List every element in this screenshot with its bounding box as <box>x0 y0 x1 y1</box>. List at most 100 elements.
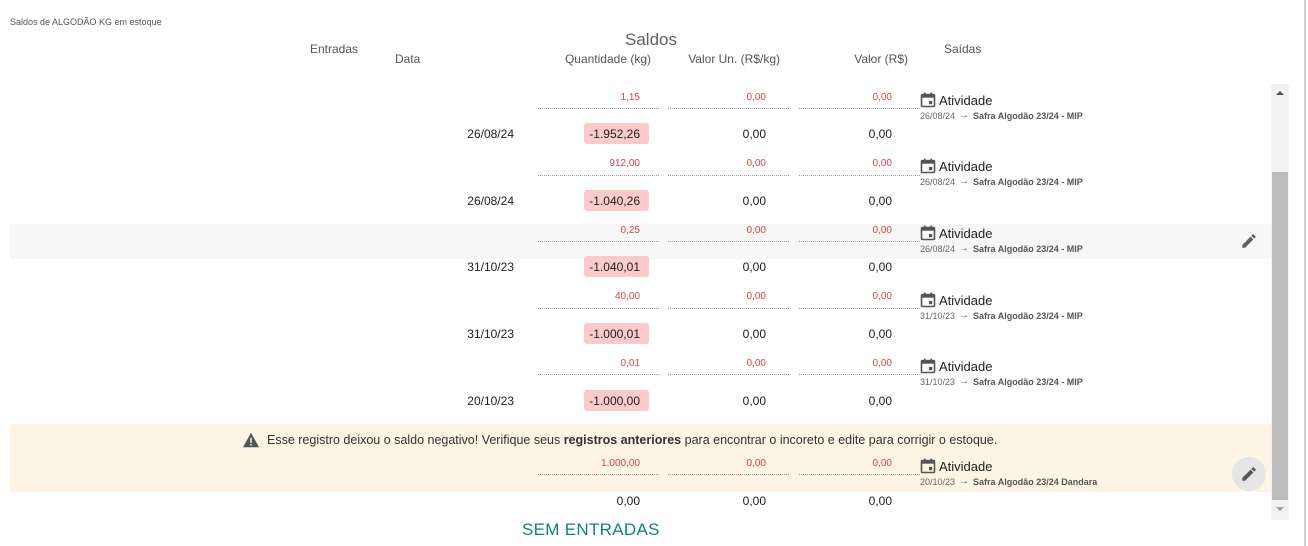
activity-entry[interactable]: Atividade 26/08/24 → Safra Algodão 23/24 -… <box>920 223 1220 255</box>
arrow-right-icon: → <box>959 176 970 187</box>
arrow-right-icon: → <box>959 243 970 254</box>
warning-text-end: para encontrar o incoreto e edite para c… <box>684 433 998 447</box>
row-quantity: -1.040,26 <box>589 194 640 208</box>
row-value: 0,00 <box>868 260 892 274</box>
sub-quantity: 912,00 <box>609 158 640 169</box>
activity-date: 26/08/24 <box>920 110 956 121</box>
valor-column-header: Valor (R$) <box>854 52 908 66</box>
calendar-icon <box>920 458 936 474</box>
sub-value: 0,00 <box>872 158 892 169</box>
vertical-scrollbar[interactable] <box>1271 84 1289 520</box>
activity-title: Atividade <box>939 158 993 174</box>
row-date: 26/08/24 <box>467 127 514 141</box>
activity-entry[interactable]: Atividade 26/08/24 → Safra Algodão 23/24 -… <box>920 156 1220 188</box>
calendar-icon <box>920 292 936 308</box>
activity-entry[interactable]: Atividade 31/10/23 → Safra Algodão 23/24 -… <box>920 356 1220 388</box>
calendar-icon <box>920 158 936 174</box>
activity-target: Safra Algodão 23/24 - MIP <box>973 243 1083 254</box>
sub-unit-value: 0,00 <box>746 92 766 103</box>
valor-un-column-header: Valor Un. (R$/kg) <box>688 52 780 66</box>
divider <box>538 308 659 309</box>
warning-text: Esse registro deixou o saldo negativo! V… <box>267 433 561 447</box>
divider <box>668 374 789 375</box>
activity-target: Safra Algodão 23/24 - MIP <box>973 376 1083 387</box>
divider <box>668 241 789 242</box>
activity-target: Safra Algodão 23/24 - MIP <box>973 176 1083 187</box>
row-quantity: -1.000,01 <box>589 327 640 341</box>
page-caption: Saldos de ALGODÃO KG em estoque <box>10 17 162 27</box>
divider <box>799 374 920 375</box>
row-date: 31/10/23 <box>467 327 514 341</box>
row-unit-value: 0,00 <box>742 194 766 208</box>
arrow-right-icon: → <box>959 310 970 321</box>
activity-date: 20/10/23 <box>920 476 956 487</box>
activity-entry[interactable]: Atividade 31/10/23 → Safra Algodão 23/24 -… <box>920 290 1220 322</box>
sub-unit-value: 0,00 <box>746 358 766 369</box>
calendar-icon <box>920 92 936 108</box>
divider <box>538 374 659 375</box>
panel-edge <box>1304 0 1306 546</box>
sub-quantity: 0,25 <box>620 225 640 236</box>
row-value: 0,00 <box>868 194 892 208</box>
warning-triangle-icon <box>243 432 259 448</box>
divider <box>538 241 659 242</box>
row-unit-value: 0,00 <box>742 394 766 408</box>
activity-title: Atividade <box>939 292 993 308</box>
sub-unit-value: 0,00 <box>746 158 766 169</box>
scrollbar-thumb[interactable] <box>1272 172 1288 500</box>
row-value: 0,00 <box>868 394 892 408</box>
divider <box>799 175 920 176</box>
sub-quantity: 40,00 <box>614 291 640 302</box>
pencil-icon[interactable] <box>1240 232 1258 250</box>
sub-unit-value: 0,00 <box>746 291 766 302</box>
saldos-header: Saldos <box>625 30 677 49</box>
activity-title: Atividade <box>939 225 993 241</box>
calendar-icon <box>920 358 936 374</box>
scroll-down-button[interactable] <box>1271 504 1289 516</box>
entradas-header: Entradas <box>309 42 358 56</box>
saidas-header: Saídas <box>944 42 982 56</box>
divider <box>668 175 789 176</box>
activity-title: Atividade <box>939 92 993 108</box>
activity-date: 26/08/24 <box>920 176 956 187</box>
row-value: 0,00 <box>868 127 892 141</box>
divider <box>668 474 789 475</box>
edit-button[interactable] <box>1232 457 1266 491</box>
arrow-right-icon: → <box>959 110 970 121</box>
sub-value: 0,00 <box>872 92 892 103</box>
balance-list[interactable]: 1,15 0,00 0,00 26/08/24 -1.952,26 0,00 0… <box>10 84 1271 520</box>
calendar-icon <box>920 225 936 241</box>
caret-up-icon <box>1276 91 1284 95</box>
divider <box>668 108 789 109</box>
sub-value: 0,00 <box>872 291 892 302</box>
sub-unit-value: 0,00 <box>746 225 766 236</box>
divider <box>538 108 659 109</box>
arrow-right-icon: → <box>959 476 970 487</box>
row-unit-value: 0,00 <box>742 327 766 341</box>
warning-link-text: registros anteriores <box>563 433 682 447</box>
caret-down-icon <box>1276 507 1284 511</box>
activity-date: 31/10/23 <box>920 310 956 321</box>
scroll-up-button[interactable] <box>1271 88 1289 100</box>
activity-date: 26/08/24 <box>920 243 956 254</box>
total-value: 0,00 <box>868 494 892 508</box>
sub-value: 0,00 <box>872 225 892 236</box>
divider <box>538 474 659 475</box>
divider <box>799 241 920 242</box>
arrow-right-icon: → <box>959 376 970 387</box>
data-column-header: Data <box>395 52 421 66</box>
divider <box>668 308 789 309</box>
divider <box>799 308 920 309</box>
total-quantity: 0,00 <box>616 494 640 508</box>
divider <box>799 474 920 475</box>
activity-date: 31/10/23 <box>920 376 956 387</box>
activity-target: Safra Algodão 23/24 Dandara <box>973 476 1098 487</box>
row-date: 20/10/23 <box>467 394 514 408</box>
activity-entry[interactable]: Atividade 20/10/23 → Safra Algodão 23/24 D… <box>920 456 1220 488</box>
divider <box>538 175 659 176</box>
row-quantity: -1.000,00 <box>589 394 640 408</box>
activity-entry[interactable]: Atividade 26/08/24 → Safra Algodão 23/24 -… <box>920 90 1220 122</box>
sub-value: 0,00 <box>872 458 892 469</box>
sub-quantity: 0,01 <box>620 358 640 369</box>
empty-entries-label: SEM ENTRADAS <box>522 520 660 539</box>
